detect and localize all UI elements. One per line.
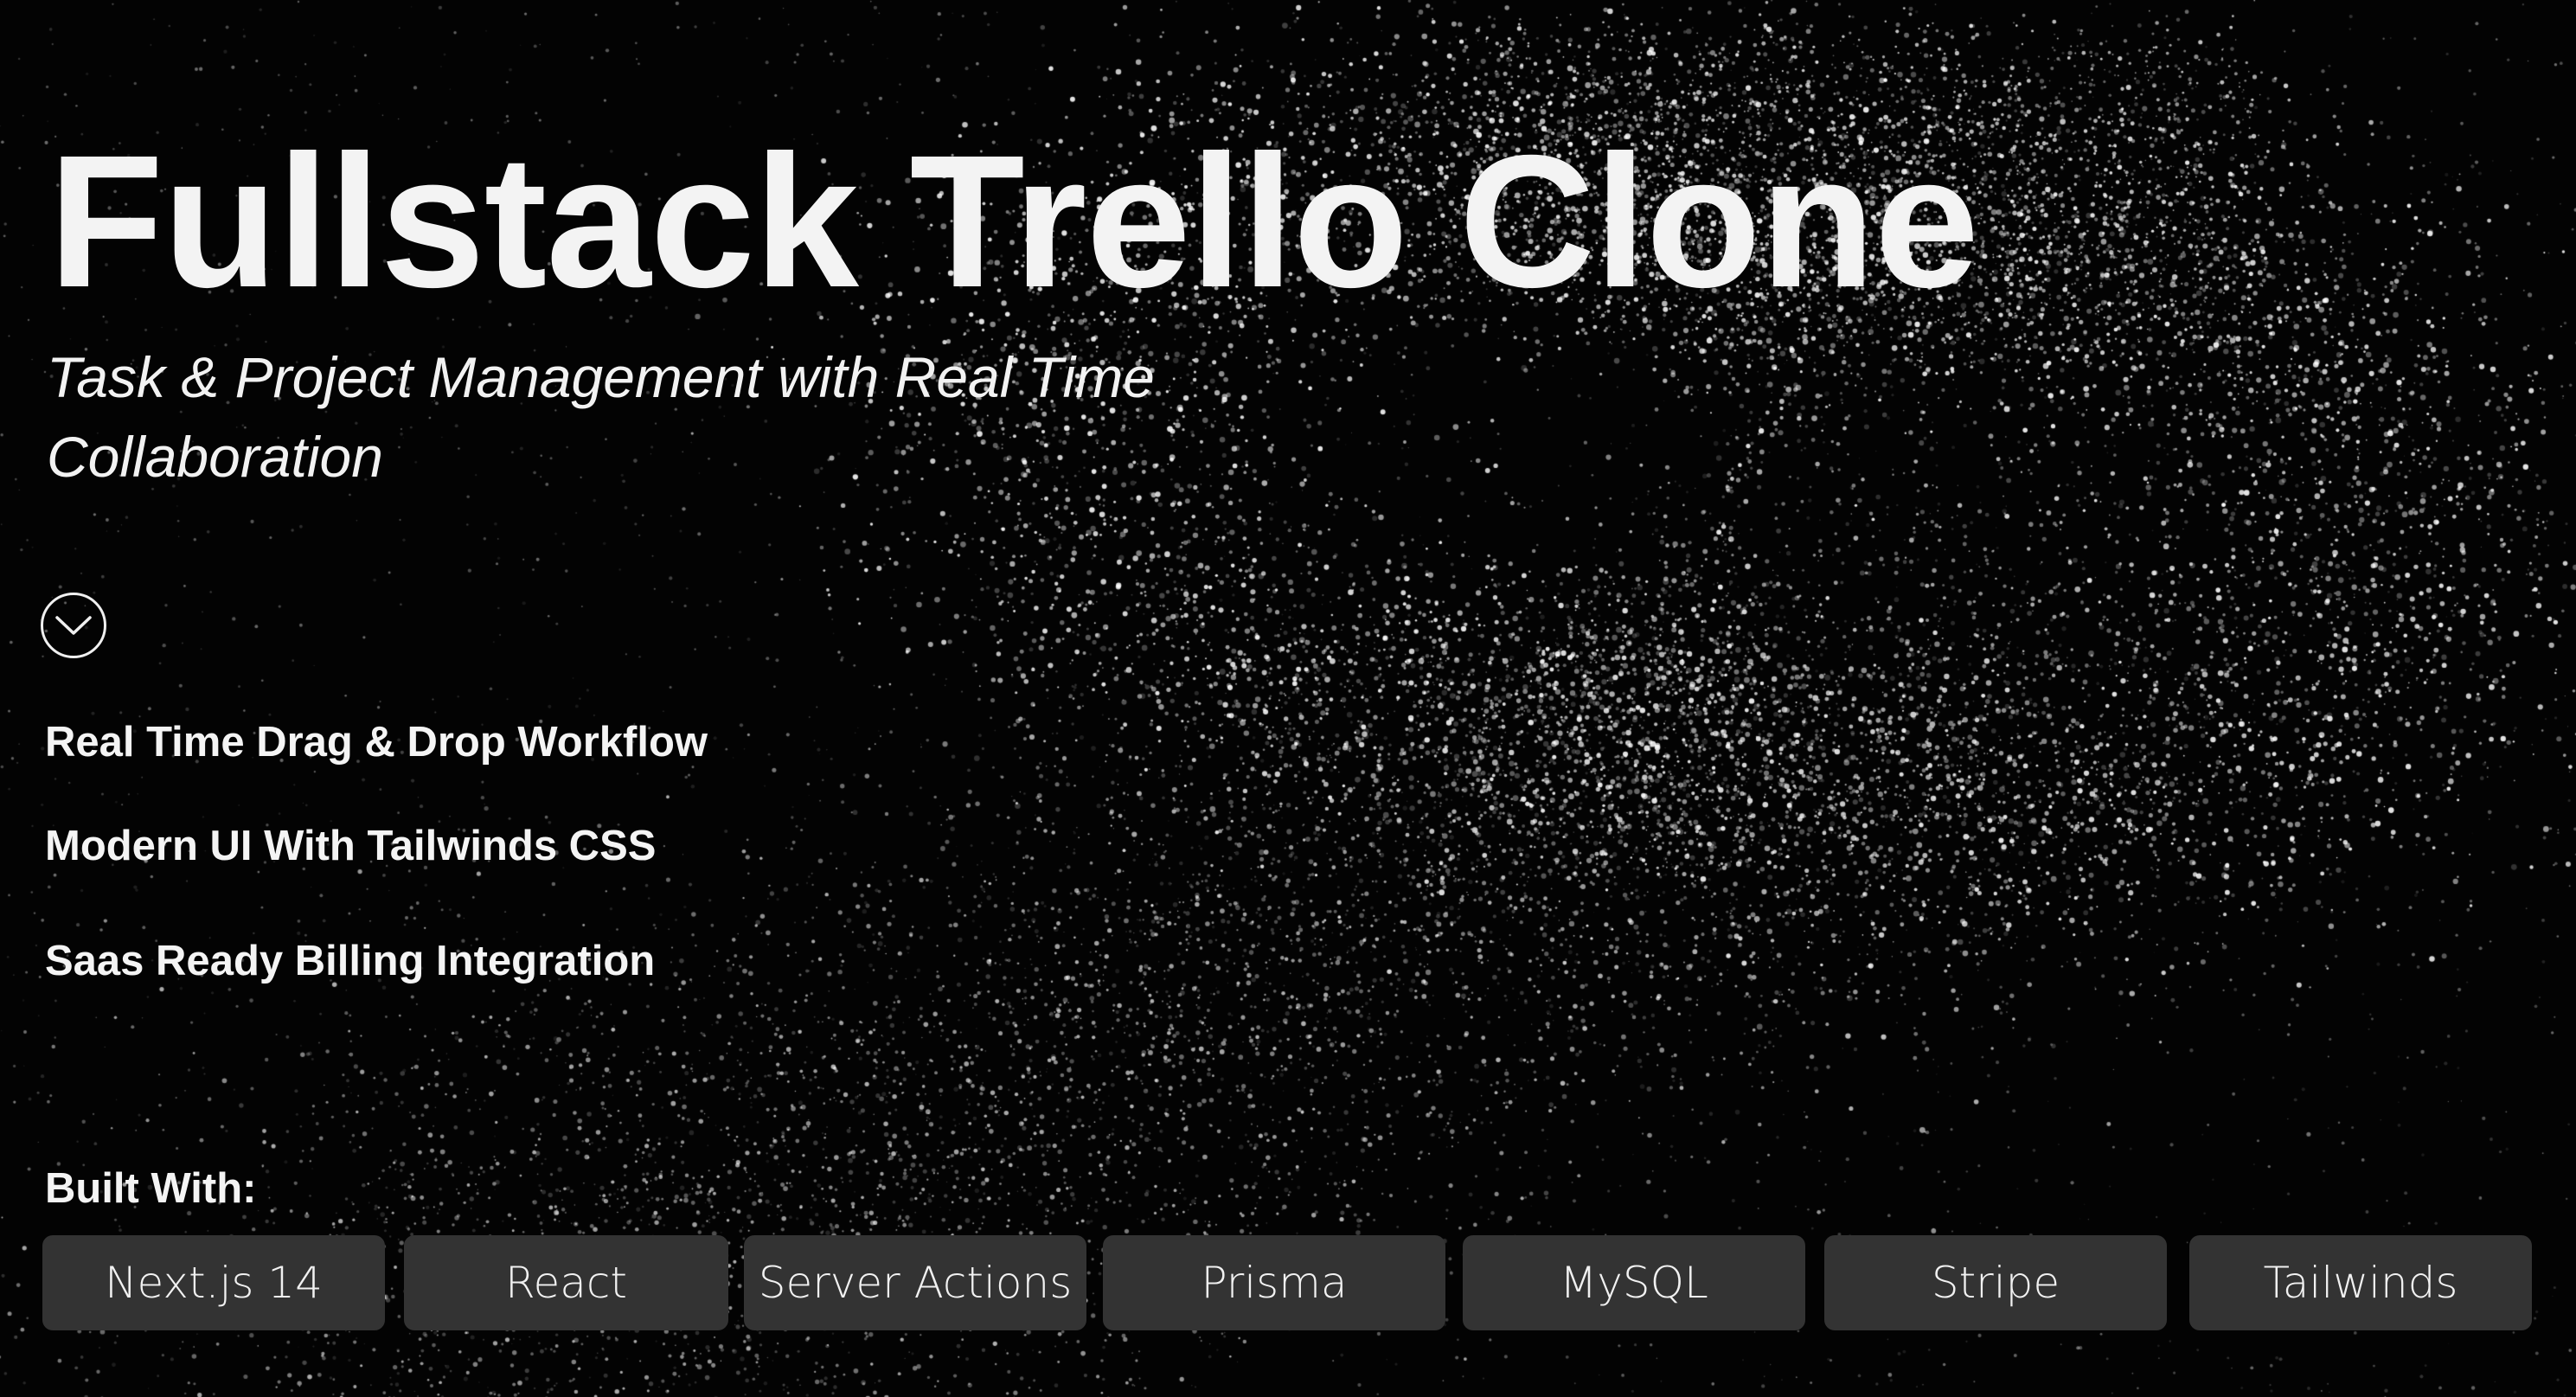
built-with-label: Built With: [45,1165,257,1212]
tech-chip-server-actions[interactable]: Server Actions [744,1235,1086,1330]
tech-chip-stripe[interactable]: Stripe [1824,1235,2167,1330]
page-subtitle: Task & Project Management with Real Time… [47,345,1155,489]
page-title: Fullstack Trello Clone [48,117,1979,327]
tech-chip-prisma[interactable]: Prisma [1103,1235,1445,1330]
hero-banner: Fullstack Trello Clone Task & Project Ma… [0,0,2576,1397]
tech-chip-mysql[interactable]: MySQL [1463,1235,1805,1330]
tech-chip-nextjs[interactable]: Next.js 14 [42,1235,385,1330]
feature-item: Saas Ready Billing Integration [45,938,656,984]
feature-item: Real Time Drag & Drop Workflow [45,719,708,766]
feature-item: Modern UI With Tailwinds CSS [45,823,657,869]
chevron-down-icon [55,616,92,635]
tech-chip-react[interactable]: React [404,1235,728,1330]
scroll-down-button[interactable] [41,593,106,658]
tech-chip-tailwinds[interactable]: Tailwinds [2189,1235,2532,1330]
